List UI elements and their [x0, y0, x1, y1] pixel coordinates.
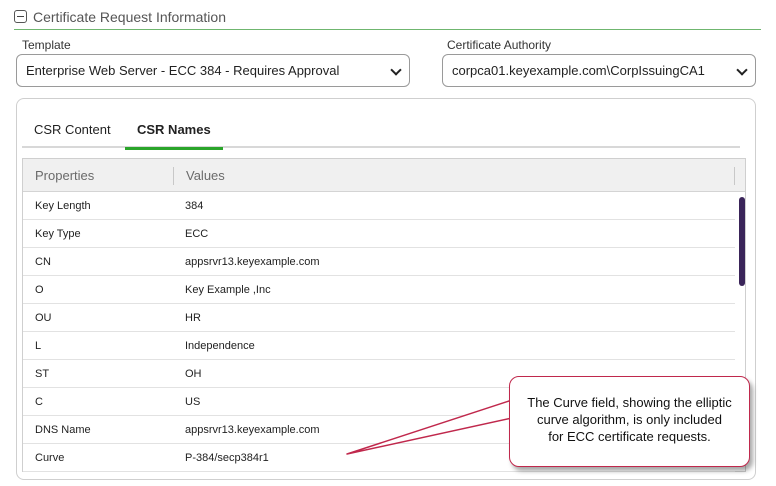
value-cell: Independence — [185, 340, 255, 352]
property-cell: DNS Name — [35, 424, 91, 436]
property-cell: Key Length — [35, 200, 91, 212]
template-label: Template — [22, 38, 71, 52]
vertical-scrollbar[interactable] — [739, 197, 745, 286]
value-cell: appsrvr13.keyexample.com — [185, 424, 320, 436]
property-cell: ST — [35, 368, 50, 380]
section-title: Certificate Request Information — [33, 8, 226, 25]
value-cell: OH — [185, 368, 202, 380]
value-cell: ECC — [185, 228, 209, 240]
property-cell: C — [35, 396, 43, 408]
property-cell: L — [35, 340, 42, 352]
table-row[interactable]: L Independence — [23, 332, 735, 360]
tab-csr-names[interactable]: CSR Names — [125, 122, 223, 150]
value-cell: US — [185, 396, 201, 408]
column-header-properties[interactable]: Properties — [35, 159, 94, 192]
property-cell: Key Type — [35, 228, 81, 240]
value-cell: 384 — [185, 200, 204, 212]
chevron-down-icon — [390, 64, 402, 76]
property-cell: OU — [35, 312, 52, 324]
section-header[interactable]: Certificate Request Information — [14, 4, 761, 30]
authority-label: Certificate Authority — [447, 38, 552, 52]
property-cell: O — [35, 284, 44, 296]
table-row[interactable]: OU HR — [23, 304, 735, 332]
property-cell: Curve — [35, 452, 65, 464]
annotation-callout: The Curve field, showing the elliptic cu… — [509, 376, 750, 467]
grid-header: Properties Values — [23, 159, 745, 192]
template-select[interactable]: Enterprise Web Server - ECC 384 - Requir… — [16, 54, 410, 87]
chevron-down-icon — [736, 64, 748, 76]
value-cell: HR — [185, 312, 201, 324]
authority-select[interactable]: corpca01.keyexample.com\CorpIssuingCA1 — [442, 54, 756, 87]
tab-bar: CSR Content CSR Names — [22, 118, 740, 150]
callout-line: curve algorithm, is only included — [537, 412, 722, 427]
tab-csr-content[interactable]: CSR Content — [34, 122, 111, 150]
table-row[interactable]: O Key Example ,Inc — [23, 276, 735, 304]
value-cell: appsrvr13.keyexample.com — [185, 256, 320, 268]
callout-line: for ECC certificate requests. — [548, 429, 711, 444]
column-divider[interactable] — [173, 167, 174, 185]
value-cell: P-384/secp384r1 — [185, 452, 269, 464]
column-header-values[interactable]: Values — [186, 159, 225, 192]
authority-select-value: corpca01.keyexample.com\CorpIssuingCA1 — [452, 63, 705, 78]
property-cell: CN — [35, 256, 51, 268]
template-select-value: Enterprise Web Server - ECC 384 - Requir… — [26, 63, 340, 78]
table-row[interactable]: Key Type ECC — [23, 220, 735, 248]
column-divider[interactable] — [734, 167, 735, 185]
table-row[interactable]: Key Length 384 — [23, 192, 735, 220]
value-cell: Key Example ,Inc — [185, 284, 271, 296]
collapse-icon[interactable] — [14, 10, 27, 23]
table-row[interactable]: CN appsrvr13.keyexample.com — [23, 248, 735, 276]
callout-line: The Curve field, showing the elliptic — [527, 395, 732, 410]
